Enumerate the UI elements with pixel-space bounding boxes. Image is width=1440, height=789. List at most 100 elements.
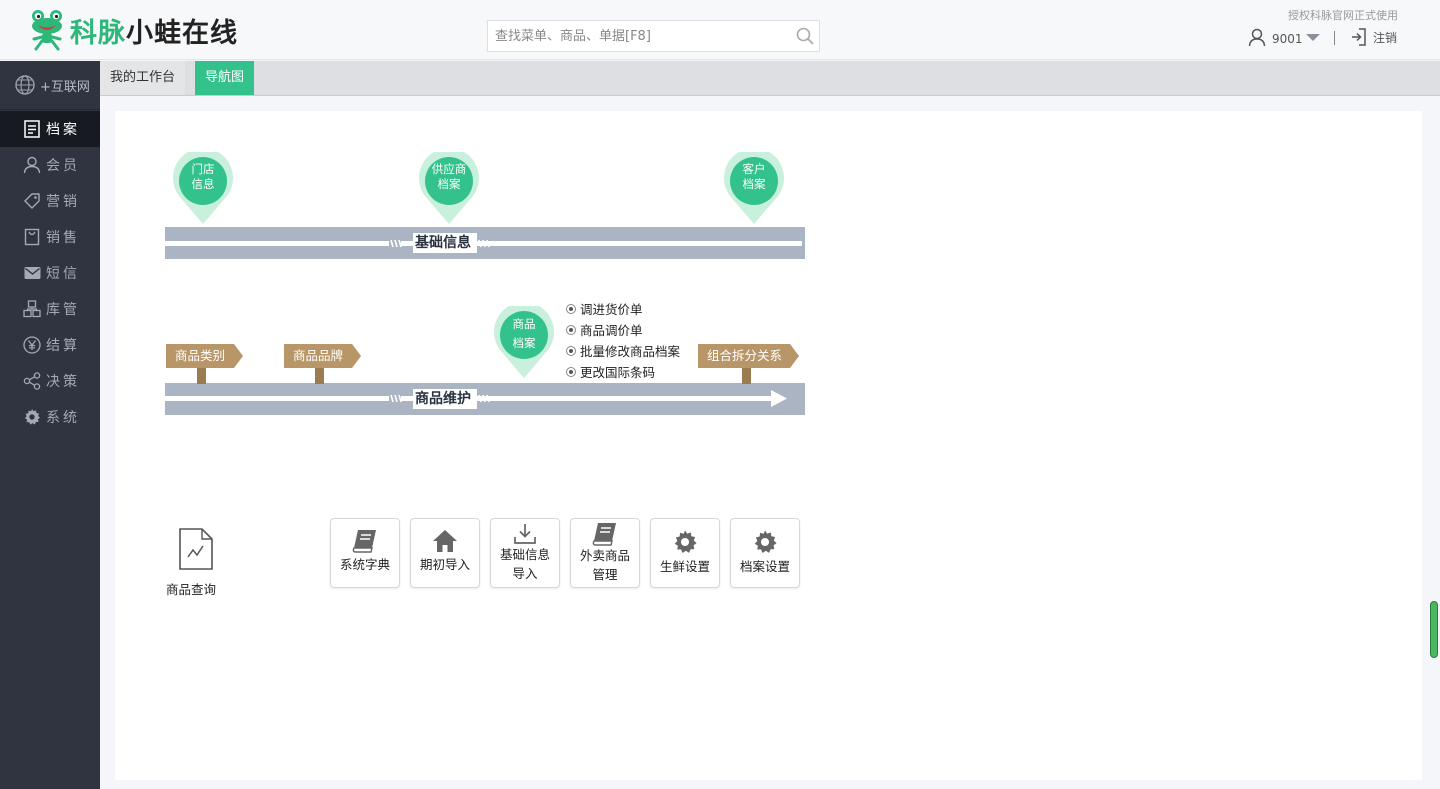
sign-product-category[interactable]: 商品类别: [166, 344, 244, 386]
tile-label: 档案设置: [739, 559, 790, 574]
search-icon[interactable]: [791, 22, 819, 50]
tab-bar: 我的工作台 导航图: [100, 61, 1440, 96]
book-icon: [352, 530, 376, 553]
sidebar-item-label: 系统: [46, 410, 80, 426]
option-batch-edit[interactable]: 批量修改商品档案: [566, 340, 680, 361]
yen-icon: [23, 336, 41, 354]
pin-customer-archive[interactable]: 客户 档案: [724, 148, 784, 224]
radio-icon: [566, 366, 576, 377]
sidebar-item-archive[interactable]: 档案: [0, 111, 100, 147]
chevron-down-icon[interactable]: [1305, 32, 1321, 46]
user-icon: [23, 156, 41, 174]
sidebar-item-label: 会员: [46, 158, 80, 174]
option-label: 商品调价单: [580, 323, 643, 338]
option-label: 批量修改商品档案: [580, 344, 681, 359]
tile-initial-import[interactable]: 期初导入: [410, 518, 480, 588]
gear-icon: [23, 408, 41, 426]
radio-icon: [566, 345, 576, 356]
sign-label: 商品品牌: [293, 348, 344, 363]
sidebar-item-label: 短信: [46, 266, 80, 282]
tile-system-dictionary[interactable]: 系统字典: [330, 518, 400, 588]
tile-label: 期初导入: [419, 557, 470, 572]
road-basic-info: 基础信息: [165, 227, 805, 259]
logout-icon: [1352, 28, 1366, 46]
tile-archive-settings[interactable]: 档案设置: [730, 518, 800, 588]
frog-logo-icon: [28, 9, 66, 51]
option-purchase-price[interactable]: 调进货价单: [566, 298, 680, 319]
road-label: 基础信息: [415, 235, 471, 251]
sidebar-item-inventory[interactable]: 库管: [0, 291, 100, 327]
product-query[interactable]: 商品查询: [165, 527, 219, 598]
sidebar-item-internet[interactable]: +互联网: [0, 61, 100, 110]
option-label: 更改国际条码: [580, 365, 656, 380]
sign-label: 商品类别: [175, 348, 226, 363]
globe-icon: [15, 75, 35, 95]
pin-label: 商品 档案: [512, 317, 536, 350]
sign-combo-split[interactable]: 组合拆分关系: [698, 344, 800, 386]
home-icon: [433, 530, 457, 552]
tile-label: 生鲜设置: [659, 559, 710, 574]
tile-label: 基础信息 导入: [499, 547, 550, 581]
sidebar-item-label: 营销: [46, 194, 80, 210]
road-product-maintenance: 商品维护: [165, 383, 805, 415]
search-input[interactable]: [488, 21, 791, 51]
sign-product-brand[interactable]: 商品品牌: [284, 344, 362, 386]
pin-label: 门店 信息: [191, 162, 215, 191]
scrollbar-thumb[interactable]: [1430, 601, 1438, 658]
file-icon: [23, 120, 41, 138]
boxes-icon: [23, 300, 41, 318]
user-icon: [1248, 28, 1266, 50]
tab-workbench[interactable]: 我的工作台: [100, 61, 186, 95]
sidebar-item-system[interactable]: 系统: [0, 399, 100, 435]
option-barcode[interactable]: 更改国际条码: [566, 361, 680, 382]
sidebar-item-label: 决策: [46, 374, 80, 390]
option-label: 调进货价单: [580, 302, 643, 317]
radio-icon: [566, 324, 576, 335]
pin-supplier-archive[interactable]: 供应商 档案: [419, 148, 479, 224]
radio-icon: [566, 303, 576, 314]
username: 9001: [1272, 32, 1303, 46]
sidebar-item-label: 档案: [46, 122, 80, 138]
pin-store-info[interactable]: 门店 信息: [173, 148, 233, 224]
gear-icon: [754, 530, 777, 553]
tile-fresh-settings[interactable]: 生鲜设置: [650, 518, 720, 588]
logout-button[interactable]: 注销: [1350, 28, 1397, 46]
tile-label: 外卖商品 管理: [579, 548, 630, 582]
logo[interactable]: 科脉小蛙在线: [28, 8, 238, 52]
pin-label: 客户 档案: [742, 162, 766, 191]
road-label: 商品维护: [415, 391, 471, 407]
pin-product-archive[interactable]: 商品 档案: [494, 302, 554, 378]
sidebar-item-member[interactable]: 会员: [0, 147, 100, 183]
bag-icon: [23, 228, 41, 246]
product-archive-options: 调进货价单 商品调价单 批量修改商品档案 更改国际条码: [566, 298, 680, 382]
sidebar-item-label: 结算: [46, 338, 80, 354]
search-box: [487, 20, 820, 52]
sidebar-item-label: +互联网: [40, 79, 90, 95]
sidebar-item-decision[interactable]: 决策: [0, 363, 100, 399]
tile-basic-info-import[interactable]: 基础信息 导入: [490, 518, 560, 588]
sign-label: 组合拆分关系: [707, 348, 783, 363]
logout-label: 注销: [1373, 30, 1398, 45]
sidebar-item-settlement[interactable]: 结算: [0, 327, 100, 363]
sidebar-item-label: 销售: [46, 230, 80, 246]
logo-brand: 科脉: [70, 17, 126, 49]
header: 科脉小蛙在线 授权科脉官网正式使用 9001 注销: [0, 0, 1440, 60]
gear-icon: [674, 530, 697, 553]
sidebar-item-sales[interactable]: 销售: [0, 219, 100, 255]
query-label: 商品查询: [165, 582, 216, 597]
sidebar-item-sms[interactable]: 短信: [0, 255, 100, 291]
logo-name: 小蛙在线: [126, 17, 238, 49]
pin-label: 供应商 档案: [431, 162, 467, 191]
sidebar-item-label: 库管: [46, 302, 80, 318]
download-icon: [514, 524, 536, 544]
tab-nav-map[interactable]: 导航图: [195, 61, 255, 95]
divider: [1334, 31, 1335, 45]
sidebar-item-marketing[interactable]: 营销: [0, 183, 100, 219]
share-icon: [23, 372, 41, 390]
tile-takeaway-product[interactable]: 外卖商品 管理: [570, 518, 640, 588]
option-price-adjust[interactable]: 商品调价单: [566, 319, 680, 340]
book-icon: [592, 523, 616, 546]
tile-label: 系统字典: [339, 557, 390, 572]
sidebar: +互联网 档案 会员 营销 销售 短信 库管 结算 决策 系统: [0, 61, 100, 789]
user-menu[interactable]: 9001: [1248, 28, 1321, 50]
